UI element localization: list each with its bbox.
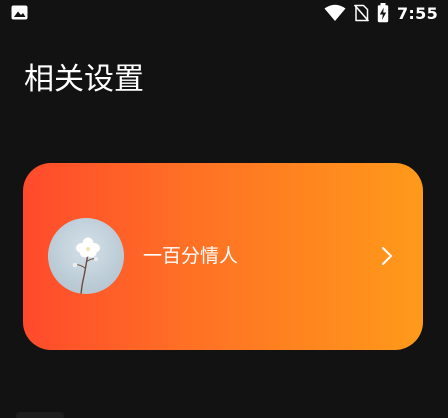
settings-screen: 7:55 相关设置 一百分情人 <box>0 0 448 418</box>
settings-card[interactable]: 一百分情人 <box>23 163 423 350</box>
bottom-tab-hint <box>16 412 64 418</box>
status-bar: 7:55 <box>0 0 448 26</box>
battery-charging-icon <box>377 3 389 23</box>
chevron-right-icon[interactable] <box>377 243 397 269</box>
image-notification-icon <box>11 5 28 20</box>
status-time: 7:55 <box>397 3 438 23</box>
page-title: 相关设置 <box>24 62 144 97</box>
no-sim-icon <box>354 4 369 22</box>
card-label: 一百分情人 <box>143 245 239 267</box>
flower-avatar <box>48 218 124 294</box>
status-icons: 7:55 <box>324 2 438 24</box>
wifi-icon <box>324 4 346 22</box>
